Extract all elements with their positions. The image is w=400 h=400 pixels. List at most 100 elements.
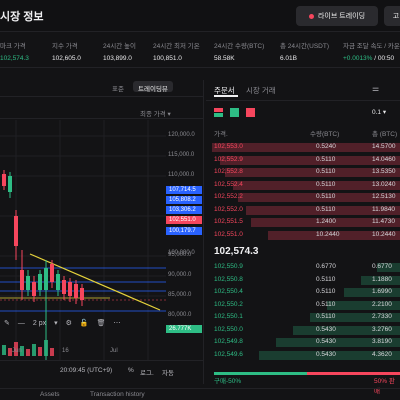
- view-both-icon[interactable]: [214, 108, 223, 117]
- stat-value: 102,605.0: [52, 55, 81, 62]
- bid-row[interactable]: 102,550.1 0.5110 2.7330: [212, 312, 400, 323]
- order-qty: 0.5110: [316, 288, 336, 295]
- order-price: 102,552.8: [214, 168, 243, 175]
- stat-value: 100,851.0: [153, 55, 182, 62]
- price-tag: 107,714.5: [166, 186, 202, 194]
- stat-label: 총 24시간(USDT): [280, 43, 329, 50]
- chart-panel: 표준 트레이딩뷰 최종 가격 ▾ 120,000.0 115,000.0 110…: [0, 80, 204, 384]
- more-icon[interactable]: ⋯: [114, 319, 121, 327]
- ask-row[interactable]: 102,552.4 0.5110 13.0240: [212, 180, 400, 191]
- view-bids-icon[interactable]: [230, 108, 239, 117]
- bid-row[interactable]: 102,549.6 0.5430 4.3620: [212, 350, 400, 361]
- stat-label: 자금 조달 속도 / 카운트다운: [343, 43, 400, 50]
- live-trading-button[interactable]: 라이브 트레이딩: [296, 6, 378, 26]
- stat-label: 24시간 최저 기온: [153, 43, 200, 50]
- col-total: 총 (BTC): [372, 131, 398, 138]
- ask-row[interactable]: 102,553.0 0.5240 14.5700: [212, 142, 400, 153]
- auto-toggle[interactable]: 자동: [162, 367, 174, 377]
- ratio-bar: [214, 372, 400, 375]
- order-qty: 0.5430: [316, 338, 336, 345]
- order-qty: 0.5240: [316, 143, 336, 150]
- ask-row[interactable]: 102,552.0 0.5110 11.9840: [212, 205, 400, 216]
- y-axis-label: 115,000.0: [168, 152, 195, 158]
- order-price: 102,549.6: [214, 350, 243, 358]
- stat-value: 102,574.3: [0, 55, 29, 62]
- chart-divider: [0, 360, 204, 361]
- ask-row[interactable]: 102,552.2 0.5110 12.5130: [212, 192, 400, 203]
- bottom-tabs: Assets Transaction history: [0, 388, 400, 400]
- settings-icon[interactable]: ⚙: [66, 319, 72, 327]
- ask-row[interactable]: 102,551.0 10.2440 10.2440: [212, 230, 400, 241]
- y-axis-label: 120,000.0: [168, 132, 195, 138]
- log-toggle[interactable]: 로그.: [140, 367, 154, 377]
- lock-icon[interactable]: 🔓: [80, 319, 89, 327]
- price-tag: 103,306.2: [166, 206, 202, 214]
- stat-label: 24시간 수량(BTC): [214, 43, 265, 50]
- trash-icon[interactable]: 🗑: [97, 319, 106, 327]
- stat-24h-low: 24시간 최저 기온 100,851.0: [153, 40, 200, 62]
- market-stats-bar: 마크 가격 102,574.3 지수 가격 102,605.0 24시간 높이 …: [0, 36, 400, 68]
- order-price: 102,550.2: [214, 300, 243, 308]
- order-total: 3.2760: [372, 325, 392, 333]
- precision-select[interactable]: 0.1 ▾: [372, 108, 386, 116]
- chevron-down-icon: ▾: [167, 111, 171, 118]
- stat-index-price: 지수 가격 102,605.0: [52, 40, 81, 62]
- col-qty: 수량(BTC): [310, 131, 340, 138]
- bid-row[interactable]: 102,550.9 0.6770 0.6770: [212, 262, 400, 273]
- order-total: 4.3620: [372, 350, 392, 358]
- order-total: 11.4730: [372, 218, 396, 225]
- order-price: 102,550.9: [214, 263, 243, 270]
- order-total: 3.8190: [372, 338, 392, 345]
- tab-tradingview[interactable]: 트레이딩뷰: [133, 81, 173, 93]
- stat-label: 지수 가격: [52, 43, 78, 50]
- ask-row[interactable]: 102,552.8 0.5110 13.5350: [212, 167, 400, 178]
- order-qty: 0.5110: [316, 300, 336, 308]
- ask-row[interactable]: 102,551.5 1.2400 11.4730: [212, 217, 400, 228]
- order-qty: 0.5110: [316, 313, 336, 320]
- bid-row[interactable]: 102,550.4 0.5110 1.6990: [212, 287, 400, 298]
- ob-divider: [206, 100, 400, 101]
- top-right-button[interactable]: 고: [384, 6, 400, 26]
- order-qty: 0.5110: [316, 180, 336, 188]
- order-qty: 0.5110: [316, 205, 336, 213]
- ask-row[interactable]: 102,552.9 0.5110 14.0460: [212, 155, 400, 166]
- order-price: 102,550.0: [214, 325, 243, 333]
- stat-funding-rate: 자금 조달 속도 / 카운트다운 +0.0013% / 00:50: [343, 40, 400, 62]
- chevron-down-icon[interactable]: ▾: [54, 319, 58, 327]
- stat-value-row: +0.0013% / 00:50: [343, 55, 400, 62]
- tab-standard[interactable]: 표준: [112, 83, 124, 93]
- sliders-icon[interactable]: ⚌: [372, 84, 379, 93]
- price-type-label: 최종 가격: [140, 111, 166, 118]
- order-total: 13.0240: [372, 180, 396, 188]
- line-style-icon[interactable]: —: [18, 320, 25, 327]
- tab-market-trades[interactable]: 시장 거래: [246, 85, 276, 96]
- stat-label: 24시간 높이: [103, 43, 136, 50]
- bid-row[interactable]: 102,549.8 0.5430 3.8190: [212, 337, 400, 348]
- tab-assets[interactable]: Assets: [40, 391, 60, 398]
- chart-divider: [0, 118, 204, 119]
- stat-value: 6.01B: [280, 55, 297, 62]
- order-qty: 1.2400: [316, 218, 336, 225]
- x-axis-label: 16: [62, 348, 69, 354]
- live-trading-label: 라이브 트레이딩: [317, 13, 366, 20]
- tab-transaction-history[interactable]: Transaction history: [90, 391, 145, 398]
- line-width-label[interactable]: 2 px: [33, 320, 46, 327]
- x-axis-label: Jul: [110, 348, 118, 354]
- last-price: 102,574.3: [214, 246, 259, 257]
- order-price: 102,550.8: [214, 275, 243, 283]
- percent-toggle[interactable]: %: [128, 367, 134, 374]
- price-type-select[interactable]: 최종 가격 ▾: [140, 108, 171, 118]
- bid-row[interactable]: 102,550.0 0.5430 3.2760: [212, 325, 400, 336]
- pencil-icon[interactable]: ✎: [4, 319, 10, 327]
- record-icon: [308, 13, 314, 19]
- order-total: 1.6990: [372, 288, 392, 295]
- order-total: 2.7330: [372, 313, 392, 320]
- stat-24h-volume-btc: 24시간 수량(BTC) 58.58K: [214, 40, 264, 62]
- bid-row[interactable]: 102,550.2 0.5110 2.2100: [212, 300, 400, 311]
- bid-row[interactable]: 102,550.8 0.5110 1.1880: [212, 275, 400, 286]
- order-price: 102,552.4: [214, 180, 243, 188]
- order-qty: 0.6770: [316, 263, 336, 270]
- price-tag-last: 102,551.0: [166, 216, 202, 224]
- view-asks-icon[interactable]: [246, 108, 255, 117]
- order-total: 2.2100: [372, 300, 392, 308]
